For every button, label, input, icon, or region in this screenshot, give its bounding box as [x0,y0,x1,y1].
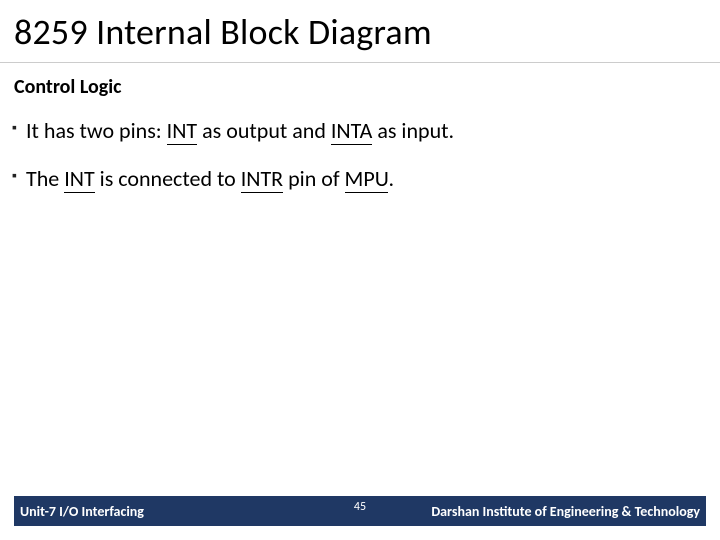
underlined-term: INTR [241,165,283,193]
bullet-list: It has two pins: INT as output and INTA … [0,99,720,212]
slide: 8259 Internal Block Diagram Control Logi… [0,0,720,540]
text-run: pin of [283,165,344,192]
list-item: It has two pins: INT as output and INTA … [26,117,720,165]
text-run: as output and [197,117,331,144]
underlined-term: MPU [345,165,389,193]
text-run: as input. [372,117,454,144]
underlined-term: INT [64,165,94,193]
footer-bar: Unit-7 I/O Interfacing Darshan Institute… [14,496,706,530]
section-subtitle: Control Logic [0,63,720,99]
list-item: The INT is connected to INTR pin of MPU. [26,165,720,213]
page-title: 8259 Internal Block Diagram [0,0,720,63]
underlined-term: INTA [331,117,372,145]
page-number: 45 [354,500,366,514]
footer-right: Darshan Institute of Engineering & Techn… [431,503,706,520]
text-run: is connected to [95,165,241,192]
text-run: . [388,165,394,192]
underlined-term: INT [167,117,197,145]
text-run: It has two pins: [26,117,167,144]
footer-left: Unit-7 I/O Interfacing [14,503,144,520]
text-run: The [26,165,64,192]
